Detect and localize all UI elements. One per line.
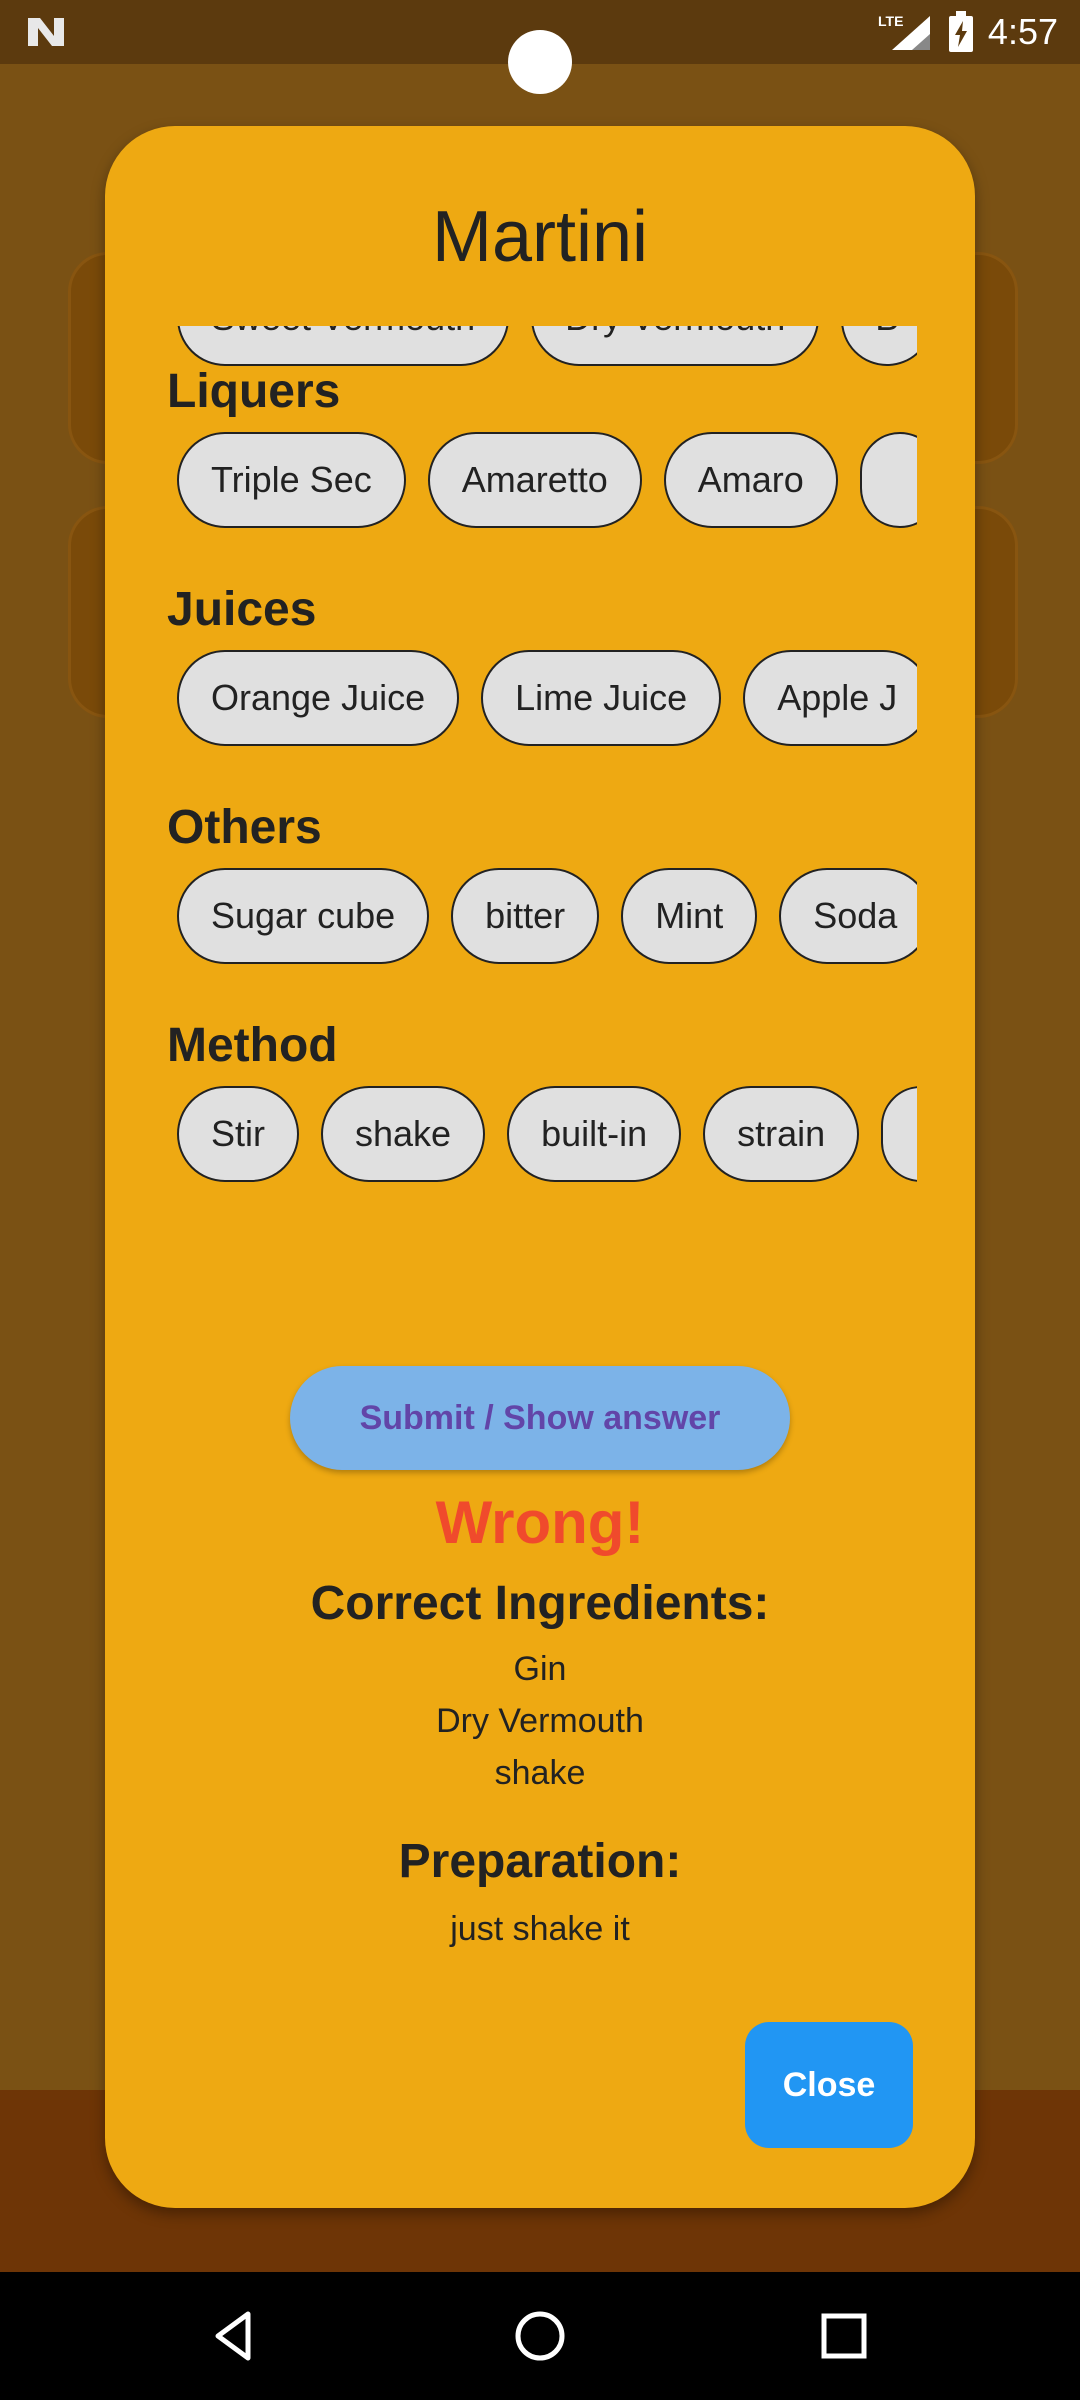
home-icon[interactable] bbox=[508, 2304, 572, 2368]
correct-ingredient-item: shake bbox=[494, 1754, 586, 1792]
back-icon[interactable] bbox=[204, 2304, 268, 2368]
ingredients-scroll-area[interactable]: Sweet Vermouth Dry Vermouth B Liquers Tr… bbox=[167, 326, 917, 1386]
battery-charging-icon bbox=[948, 11, 973, 52]
chip-dry-vermouth[interactable]: Dry Vermouth bbox=[531, 326, 820, 366]
close-button[interactable]: Close bbox=[745, 2022, 913, 2148]
chip-orange-juice[interactable]: Orange Juice bbox=[177, 650, 460, 746]
svg-text:LTE: LTE bbox=[878, 13, 903, 29]
chip-apple-juice[interactable]: Apple J bbox=[743, 650, 917, 746]
correct-ingredient-item: Gin bbox=[513, 1650, 567, 1688]
chip-strain[interactable]: strain bbox=[703, 1086, 860, 1182]
dialog-title: Martini bbox=[431, 197, 649, 277]
chip-built-in[interactable]: built-in bbox=[507, 1086, 682, 1182]
chip-sugar-cube[interactable]: Sugar cube bbox=[177, 868, 430, 964]
preparation-heading: Preparation: bbox=[398, 1835, 682, 1888]
chip-amaretto[interactable]: Amaretto bbox=[427, 432, 642, 528]
section-header-liquers: Liquers bbox=[167, 365, 341, 418]
chip-partial[interactable]: B bbox=[841, 326, 917, 366]
correct-ingredient-item: Dry Vermouth bbox=[436, 1702, 644, 1740]
chip-row-method[interactable]: Stir shake built-in strain bbox=[177, 1086, 917, 1186]
chip-triple-sec[interactable]: Triple Sec bbox=[177, 432, 406, 528]
chip-partial[interactable] bbox=[859, 432, 917, 528]
chip-soda[interactable]: Soda bbox=[779, 868, 917, 964]
section-header-others: Others bbox=[167, 801, 322, 854]
notification-n-icon bbox=[28, 18, 64, 46]
result-label: Wrong! bbox=[435, 1489, 645, 1556]
section-header-method: Method bbox=[167, 1019, 338, 1072]
chip-shake[interactable]: shake bbox=[321, 1086, 486, 1182]
cocktail-dialog: Martini Sweet Vermouth Dry Vermouth B Li… bbox=[105, 126, 975, 2208]
chip-stir[interactable]: Stir bbox=[177, 1086, 299, 1182]
chip-amaro[interactable]: Amaro bbox=[663, 432, 838, 528]
status-time: 4:57 bbox=[987, 11, 1058, 52]
chip-sweet-vermouth[interactable]: Sweet Vermouth bbox=[177, 326, 510, 366]
chip-row-juices[interactable]: Orange Juice Lime Juice Apple J bbox=[177, 650, 917, 750]
chip-row-liquers[interactable]: Triple Sec Amaretto Amaro bbox=[177, 432, 917, 532]
section-header-juices: Juices bbox=[167, 583, 317, 636]
submit-show-answer-button[interactable]: Submit / Show answer bbox=[290, 1366, 790, 1470]
camera-cutout bbox=[508, 30, 572, 94]
chip-bitter[interactable]: bitter bbox=[451, 868, 600, 964]
navigation-bar bbox=[0, 2272, 1080, 2400]
chip-partial[interactable] bbox=[881, 1086, 917, 1182]
preparation-text: just shake it bbox=[450, 1910, 630, 1948]
recents-icon[interactable] bbox=[812, 2304, 876, 2368]
chip-row-others[interactable]: Sugar cube bitter Mint Soda bbox=[177, 868, 917, 968]
lte-signal-icon: LTE bbox=[878, 13, 930, 50]
correct-ingredients-heading: Correct Ingredients: bbox=[310, 1577, 770, 1630]
chip-mint[interactable]: Mint bbox=[621, 868, 758, 964]
chip-lime-juice[interactable]: Lime Juice bbox=[481, 650, 722, 746]
